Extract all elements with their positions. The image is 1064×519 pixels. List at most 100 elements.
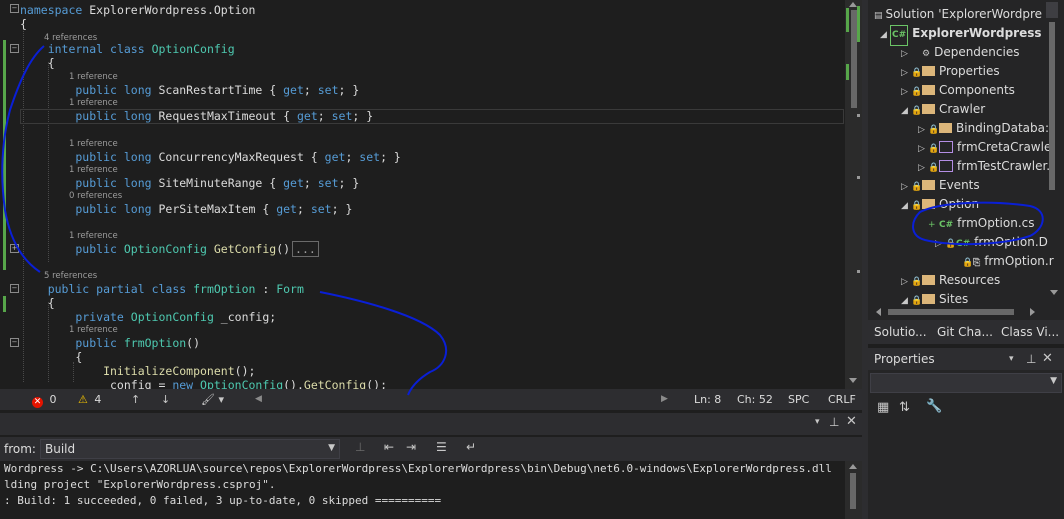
fold-toggle[interactable]: − (10, 4, 19, 13)
clear-all-icon[interactable]: ☰ (436, 440, 447, 454)
tree-node-label: frmCretaCrawle (957, 140, 1052, 154)
property-pages-icon[interactable]: 🔧 (926, 399, 942, 414)
code-line: namespace ExplorerWordpress.Option (20, 3, 255, 17)
code-lens-references[interactable]: 4 references (44, 33, 97, 43)
tree-node-form[interactable]: ▷ 🔒 frmTestCrawler. (918, 157, 1050, 176)
change-marker (3, 40, 6, 270)
tree-node-cs[interactable]: ▷ 🔒C# frmOption.D (935, 233, 1048, 252)
expanded-arrow-icon[interactable]: ◢ (901, 102, 911, 121)
code-token: get (283, 176, 304, 190)
tree-node-folder[interactable]: ▷ 🔒 BindingDataba: (918, 119, 1049, 138)
error-count[interactable]: ✕ 0 (32, 389, 57, 410)
scroll-down-icon[interactable] (849, 378, 857, 383)
code-cleanup-icon[interactable]: 🖌 ▾ (201, 389, 224, 410)
expanded-arrow-icon[interactable]: ◢ (901, 197, 911, 216)
warning-icon: ⚠ (78, 393, 88, 406)
hscroll-left-icon[interactable]: ◀ (255, 389, 262, 410)
line-indicator[interactable]: Ln: 8 (694, 389, 721, 410)
chevron-down-icon: ▼ (328, 443, 335, 453)
tree-hscroll-thumb[interactable] (888, 309, 1014, 315)
go-to-next-icon[interactable]: ⇥ (406, 440, 416, 454)
tree-scroll-thumb[interactable] (1049, 22, 1055, 190)
solution-icon: ▤ (874, 11, 883, 21)
close-icon[interactable]: ✕ (846, 414, 857, 429)
tree-node-folder[interactable]: ▷ 🔒 Events (901, 176, 980, 195)
tree-node-folder[interactable]: ▷ 🔒 Properties (901, 62, 1000, 81)
code-lens-references[interactable]: 5 references (44, 271, 97, 281)
code-lens-references[interactable]: 1 reference (69, 98, 118, 108)
editor-scroll-thumb[interactable] (851, 10, 857, 108)
output-vertical-scrollbar[interactable] (845, 461, 862, 519)
previous-issue-icon[interactable]: ↑ (131, 389, 140, 410)
pin-icon[interactable]: ⊥ (829, 415, 839, 429)
pane-options-icon[interactable]: ▾ (815, 417, 820, 427)
tree-horizontal-scrollbar[interactable] (872, 306, 1042, 318)
close-icon[interactable]: ✕ (1042, 348, 1053, 370)
tree-node-cs[interactable]: + C# frmOption.cs (918, 214, 1035, 233)
code-token: set (331, 109, 353, 123)
collapsed-arrow-icon[interactable]: ▷ (935, 235, 945, 254)
tree-node-res[interactable]: 🔒⎘ frmOption.r (952, 252, 1054, 271)
output-source-select[interactable]: Build ▼ (40, 439, 340, 459)
code-token: public (20, 176, 124, 190)
next-issue-icon[interactable]: ↓ (161, 389, 170, 410)
properties-object-select[interactable]: ▼ (870, 373, 1062, 393)
code-editor[interactable]: − − + − − namespace ExplorerWordpress.Op… (0, 0, 862, 389)
code-token: get (276, 202, 297, 216)
tree-node-deps[interactable]: ▷ ⚙ Dependencies (901, 43, 1019, 62)
pane-options-icon[interactable]: ▾ (1009, 348, 1014, 370)
column-indicator[interactable]: Ch: 52 (737, 389, 773, 410)
scroll-up-icon[interactable] (849, 464, 857, 469)
tree-node-form[interactable]: ▷ 🔒 frmCretaCrawle (918, 138, 1051, 157)
fold-toggle[interactable]: − (10, 284, 19, 293)
fold-toggle[interactable]: − (10, 338, 19, 347)
collapsed-code-box[interactable]: ... (292, 241, 319, 257)
code-token: frmOption (123, 336, 187, 350)
code-token: public (20, 242, 124, 256)
tree-node-solution[interactable]: ▤ Solution 'ExplorerWordpre (874, 5, 1042, 24)
code-lens-references[interactable]: 1 reference (69, 325, 118, 335)
tree-node-folder[interactable]: ▷ 🔒 Resources (901, 271, 1000, 290)
code-lens-references[interactable]: 0 references (69, 191, 122, 201)
whitespace-indicator[interactable]: SPC (788, 389, 809, 410)
properties-panel: Properties ▾ ⊥ ✕ ▼ ▦ ⇅ 🔧 (868, 348, 1064, 519)
pin-icon[interactable]: ⊥ (1026, 348, 1036, 370)
code-lens-references[interactable]: 1 reference (69, 72, 118, 82)
code-token: ; (345, 150, 360, 164)
code-lens-references[interactable]: 1 reference (69, 165, 118, 175)
tree-node-folder[interactable]: ◢ 🔒 Crawler (901, 100, 985, 119)
scroll-down-icon[interactable] (1050, 290, 1058, 295)
word-wrap-icon[interactable]: ↵ (466, 440, 476, 454)
tree-node-project[interactable]: ◢ C# ExplorerWordpress (880, 24, 1042, 46)
hscroll-right-icon[interactable]: ▶ (661, 389, 668, 410)
code-lens-references[interactable]: 1 reference (69, 139, 118, 149)
alphabetical-icon[interactable]: ⇅ (899, 400, 910, 415)
tree-scroll-up[interactable] (1046, 2, 1058, 18)
find-message-icon[interactable]: ⊥ (355, 440, 365, 454)
code-token: public (20, 150, 124, 164)
code-token: () (186, 336, 201, 350)
line-ending-indicator[interactable]: CRLF (828, 389, 856, 410)
output-scroll-thumb[interactable] (850, 473, 856, 509)
code-token: { (20, 56, 55, 70)
tab-git-changes[interactable]: Git Cha... (937, 320, 993, 344)
tree-node-folder[interactable]: ◢ 🔒 Option (901, 195, 979, 214)
scroll-right-icon[interactable] (1030, 308, 1035, 316)
output-text-area[interactable]: Wordpress -> C:\Users\AZORLUA\source\rep… (0, 461, 845, 519)
scroll-up-icon[interactable] (849, 2, 857, 7)
warning-count[interactable]: ⚠ 4 (78, 389, 101, 410)
tree-node-label: frmOption.cs (957, 216, 1035, 230)
tree-node-label: Dependencies (934, 45, 1020, 59)
tree-node-label: frmOption.r (984, 254, 1054, 268)
fold-toggle[interactable]: + (10, 244, 19, 253)
scroll-left-icon[interactable] (876, 308, 881, 316)
fold-toggle[interactable]: − (10, 44, 19, 53)
code-token: (); (366, 378, 387, 389)
expanded-arrow-icon[interactable]: ◢ (880, 26, 890, 45)
tab-class-view[interactable]: Class Vi... (1001, 320, 1059, 344)
tab-solution-explorer[interactable]: Solutio... (874, 320, 927, 344)
code-lens-references[interactable]: 1 reference (69, 231, 118, 241)
tree-node-folder[interactable]: ▷ 🔒 Components (901, 81, 1015, 100)
categorized-icon[interactable]: ▦ (877, 400, 889, 415)
go-to-previous-icon[interactable]: ⇤ (384, 440, 394, 454)
